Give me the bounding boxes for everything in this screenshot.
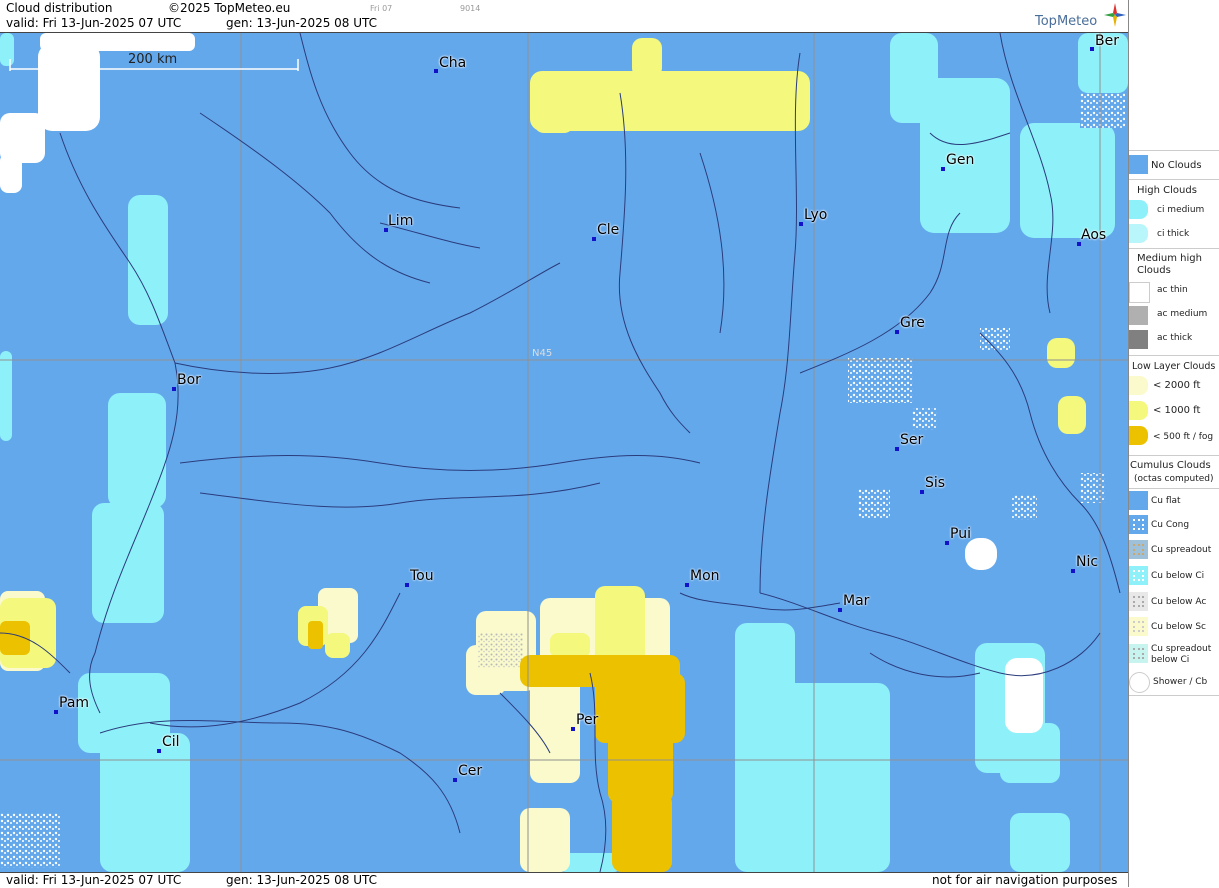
legend-swatch-ac-thick [1129,330,1148,349]
legend-high-header: High Clouds [1137,185,1197,196]
city-label-nic: Nic [1076,554,1099,570]
legend-low-1000: < 1000 ft [1153,405,1201,416]
cumulus-below-sc-area [478,633,523,668]
city-marker [1090,47,1094,51]
legend-cu-below-ac: Cu below Ac [1151,597,1207,607]
brand-logo-text: TopMeteo [1035,14,1098,29]
city-marker [54,710,58,714]
city-label-per: Per [576,712,599,728]
city-label-sis: Sis [925,475,946,491]
city-marker [799,222,803,226]
legend-ac-thick: ac thick [1157,333,1193,343]
legend-ci-medium: ci medium [1157,205,1205,215]
city-marker [920,490,924,494]
footer-bar: valid: Fri 13-Jun-2025 07 UTC gen: 13-Ju… [0,872,1128,888]
city-marker [571,727,575,731]
city-label-mon: Mon [690,568,720,584]
small-label-code: 9014 [460,4,481,13]
legend-panel: No Clouds High Clouds ci medium ci thick… [1128,0,1219,887]
cloud-map: 200 km N45 Ber Cha Gen Lim Cle Lyo Aos G… [0,33,1128,872]
city-marker [941,167,945,171]
copyright: ©2025 TopMeteo.eu [168,1,291,15]
legend-cu-below-sc: Cu below Sc [1151,622,1206,632]
legend-cu-spreadout: Cu spreadout [1151,545,1212,555]
city-marker [157,749,161,753]
disclaimer: not for air navigation purposes [932,873,1118,887]
city-marker [592,237,596,241]
city-label-lim: Lim [388,213,414,229]
city-label-lyo: Lyo [804,207,828,223]
legend-ac-medium: ac medium [1157,309,1208,319]
legend-swatch-low-2000 [1129,376,1148,395]
city-label-bor: Bor [177,372,201,388]
compass-logo-icon [1104,3,1126,27]
legend-low-header: Low Layer Clouds [1132,361,1216,372]
legend-swatch-cu-below-sc [1129,617,1148,636]
city-label-cha: Cha [439,55,467,71]
city-label-cer: Cer [458,763,483,779]
legend-swatch-ci-medium [1129,200,1148,219]
legend-low-2000: < 2000 ft [1153,380,1201,391]
legend-swatch-cu-cong [1129,515,1148,534]
city-label-aos: Aos [1081,227,1107,243]
legend-cu-cong: Cu Cong [1151,520,1190,530]
city-label-cle: Cle [597,222,620,238]
legend-swatch-cu-below-ac [1129,592,1148,611]
small-label-time: Fri 07 [370,4,393,13]
legend-cu-header: Cumulus Clouds [1130,460,1211,471]
map-title: Cloud distribution [6,1,113,15]
legend-ci-thick: ci thick [1157,229,1190,239]
legend-cu-below-ci: Cu below Ci [1151,571,1205,581]
city-label-ber: Ber [1095,33,1119,49]
city-label-pui: Pui [950,526,971,542]
legend-low-500: < 500 ft / fog [1153,432,1214,442]
legend-medium-header: Medium high Clouds [1137,253,1202,276]
city-marker [895,330,899,334]
city-marker [434,69,438,73]
scale-label: 200 km [128,52,178,67]
footer-valid-time: valid: Fri 13-Jun-2025 07 UTC [6,873,182,887]
legend-swatch-ac-thin [1129,282,1150,303]
legend-swatch-low-1000 [1129,401,1148,420]
city-label-ser: Ser [900,432,924,448]
city-label-mar: Mar [843,593,870,609]
city-marker [1071,569,1075,573]
legend-ac-thin: ac thin [1157,285,1188,295]
city-label-pam: Pam [59,695,90,711]
legend-swatch-shower [1129,672,1150,693]
valid-time: valid: Fri 13-Jun-2025 07 UTC [6,16,182,30]
legend-cu-sub: (octas computed) [1134,474,1214,484]
legend-swatch-cu-spreadout [1129,540,1148,559]
city-marker [685,583,689,587]
legend-swatch-cu-below-ci [1129,566,1148,585]
legend-swatch-cu-spreadout-below-ci [1129,644,1148,663]
city-marker [405,583,409,587]
legend-cu-spreadout-below-ci: Cu spreadout below Ci [1151,644,1212,665]
generated-time: gen: 13-Jun-2025 08 UTC [226,16,378,30]
city-marker [838,608,842,612]
legend-swatch-no-clouds [1129,155,1148,174]
legend-swatch-ac-medium [1129,306,1148,325]
legend-shower: Shower / Cb [1153,677,1208,687]
city-marker [453,778,457,782]
latitude-label: N45 [532,348,553,359]
legend-swatch-low-500 [1129,426,1148,445]
city-label-tou: Tou [410,568,434,584]
city-marker [172,387,176,391]
header-bar: Cloud distribution ©2025 TopMeteo.eu Fri… [0,0,1128,33]
city-label-cil: Cil [162,734,180,750]
legend-no-clouds: No Clouds [1151,160,1202,171]
city-marker [895,447,899,451]
legend-cu-flat: Cu flat [1151,496,1181,506]
footer-generated-time: gen: 13-Jun-2025 08 UTC [226,873,378,887]
legend-swatch-ci-thick [1129,224,1148,243]
city-label-gen: Gen [946,152,975,168]
city-marker [945,541,949,545]
city-label-gre: Gre [900,315,925,331]
legend-swatch-cu-flat [1129,491,1148,510]
